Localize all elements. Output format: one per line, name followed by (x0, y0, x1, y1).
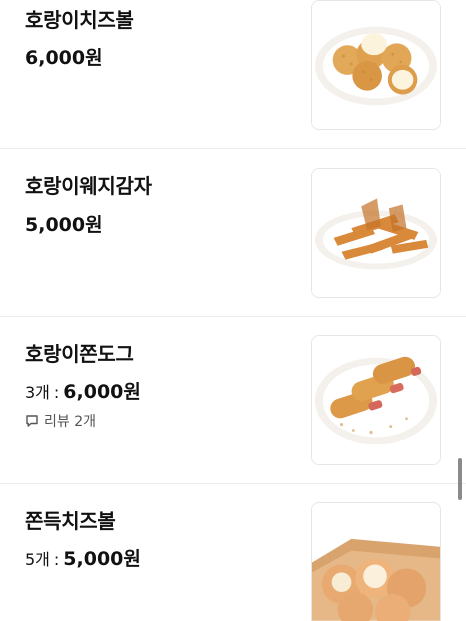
price-value: 6,000원 (63, 381, 141, 403)
price-value: 6,000원 (25, 47, 103, 69)
quantity-separator: : (53, 550, 60, 569)
price-value: 5,000원 (63, 548, 141, 570)
quantity-separator: : (53, 383, 60, 402)
price-value: 5,000원 (25, 214, 103, 236)
item-price: 3개:6,000원 (25, 377, 141, 404)
item-quantity: 5개 (25, 550, 50, 569)
wedge-potato-photo (312, 169, 440, 297)
menu-item-tiger-corndog[interactable]: 호랑이쫀도그 3개:6,000원 리뷰 2개 (0, 317, 466, 483)
cheese-ball-photo (312, 1, 440, 129)
item-name: 호랑이웨지감자 (25, 174, 152, 198)
item-image[interactable] (311, 0, 441, 130)
menu-item-tiger-wedge-potato[interactable]: 호랑이웨지감자 5,000원 (0, 149, 466, 316)
item-price: 5개:5,000원 (25, 544, 141, 571)
review-count[interactable]: 리뷰 2개 (25, 411, 96, 431)
item-image[interactable] (311, 335, 441, 465)
corndog-photo (312, 336, 440, 464)
scrollbar-thumb[interactable] (458, 458, 462, 500)
review-label: 리뷰 2개 (44, 414, 96, 430)
speech-bubble-icon (26, 415, 38, 427)
item-image[interactable] (311, 168, 441, 298)
menu-item-tiger-cheese-ball[interactable]: 호랑이치즈볼 6,000원 (0, 0, 466, 148)
item-price: 5,000원 (25, 210, 103, 237)
item-image[interactable] (311, 502, 441, 621)
item-quantity: 3개 (25, 383, 50, 402)
chewy-cheese-ball-photo (312, 503, 440, 621)
item-name: 쫀득치즈볼 (25, 509, 116, 533)
item-name: 호랑이쫀도그 (25, 342, 134, 366)
item-price: 6,000원 (25, 43, 103, 70)
menu-item-chewy-cheese-ball[interactable]: 쫀득치즈볼 5개:5,000원 (0, 484, 466, 621)
item-name: 호랑이치즈볼 (25, 8, 134, 32)
